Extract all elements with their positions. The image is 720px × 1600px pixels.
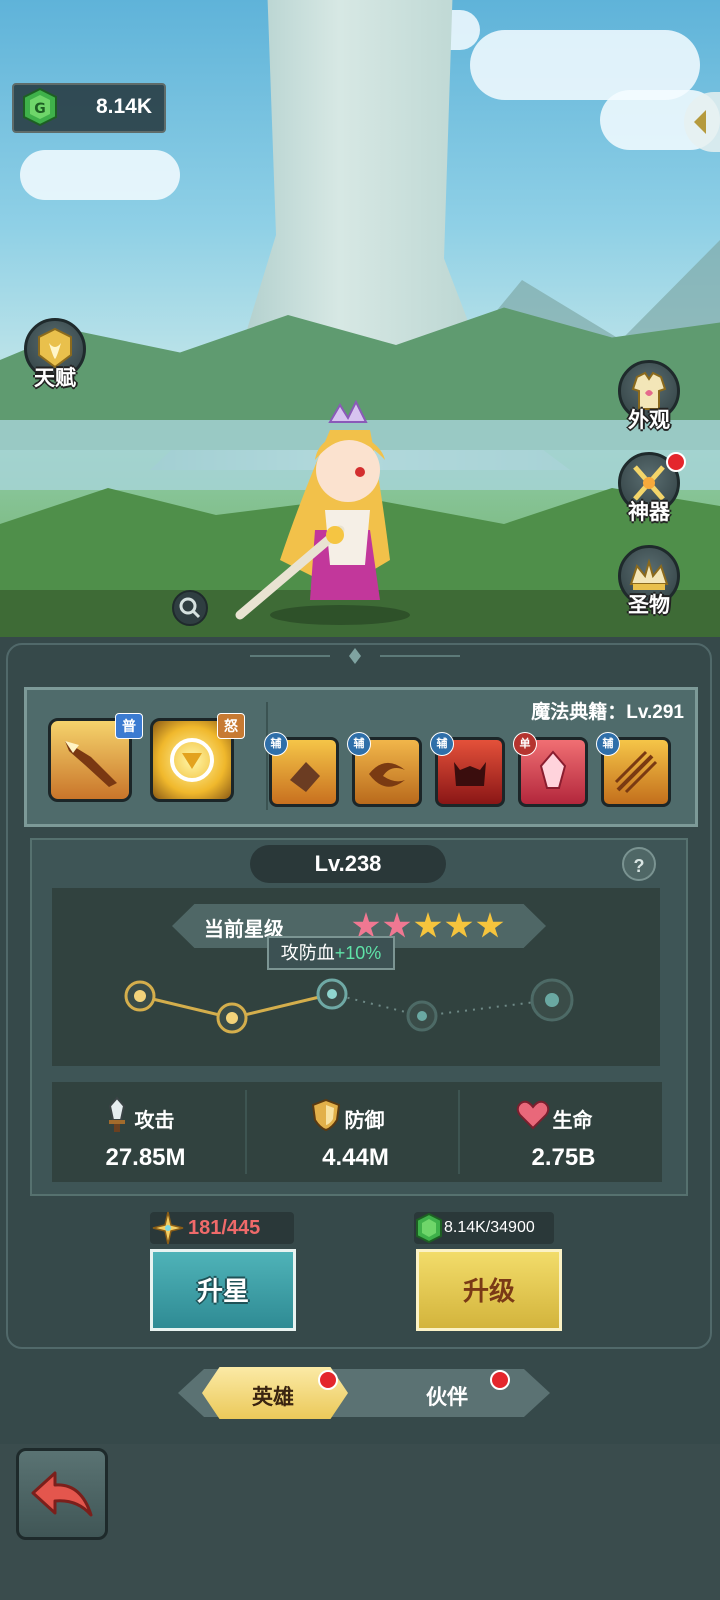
skill-tag: 怒: [217, 713, 245, 739]
green-gem-icon: G: [23, 87, 57, 127]
rage-skill[interactable]: 怒: [150, 713, 245, 802]
skill-book-level: 魔法典籍：Lv.291: [531, 702, 684, 723]
appearance-button[interactable]: 外观: [612, 360, 686, 434]
skill-tag: 辅: [430, 732, 454, 756]
talent-label: 天赋: [34, 367, 76, 390]
hero-tab-notification-dot: [318, 1370, 338, 1390]
stat-label: 攻击: [134, 1110, 175, 1132]
passive-skill-3[interactable]: 辅: [430, 732, 505, 807]
help-button[interactable]: ?: [622, 847, 656, 881]
stat-value: 27.85M: [105, 1144, 186, 1171]
stat-health: 生命 2.75B: [462, 1082, 665, 1182]
tab-partner-label: 伙伴: [426, 1386, 468, 1409]
skill-tag: 单: [513, 732, 537, 756]
star-icon: [476, 912, 504, 938]
passive-skill-2[interactable]: 辅: [347, 732, 422, 807]
level-cost-value: 8.14K/34900: [444, 1219, 535, 1236]
star-cost-value: 181/445: [188, 1217, 261, 1239]
hero-character[interactable]: [220, 360, 450, 630]
star-icon: [414, 912, 442, 938]
stat-label: 防御: [344, 1110, 385, 1132]
stat-value: 4.44M: [322, 1144, 389, 1171]
stat-defense: 防御 4.44M: [254, 1082, 457, 1182]
passive-skill-1[interactable]: 辅: [264, 732, 339, 807]
tab-hero-label: 英雄: [252, 1386, 294, 1409]
inspect-button[interactable]: [172, 590, 208, 626]
currency-display: G 8.14K: [12, 83, 166, 133]
level-up-button[interactable]: 升级: [416, 1249, 562, 1331]
star-progress-path: [124, 978, 574, 1034]
relic-label: 圣物: [628, 594, 670, 617]
green-gem-icon: [416, 1212, 442, 1244]
bottom-bar: [0, 1444, 720, 1600]
stat-label: 生命: [552, 1110, 593, 1132]
skill-tag: 普: [115, 713, 143, 739]
passive-skill-4[interactable]: 单: [513, 732, 588, 807]
back-button[interactable]: [16, 1448, 108, 1540]
skill-tag: 辅: [596, 732, 620, 756]
side-expand-button[interactable]: [684, 92, 720, 152]
star-bonus-tooltip: 攻防血+10%: [267, 936, 395, 970]
stat-value: 2.75B: [531, 1144, 596, 1171]
chevron-left-icon: [694, 110, 706, 134]
star-cost: 181/445: [150, 1211, 294, 1245]
panel-ornament: [250, 648, 460, 664]
skill-tag: 辅: [347, 732, 371, 756]
level-cost: 8.14K/34900: [414, 1212, 554, 1244]
back-arrow-icon: [31, 1471, 93, 1517]
currency-amount: 8.14K: [95, 95, 152, 118]
appearance-label: 外观: [628, 409, 670, 432]
artifact-button[interactable]: 神器: [612, 452, 686, 526]
star-icon: [445, 912, 473, 938]
star-shard-icon: [152, 1211, 184, 1245]
bonus-prefix: 攻防血: [280, 943, 335, 963]
partner-tab-notification-dot: [490, 1370, 510, 1390]
normal-attack-skill[interactable]: 普: [48, 713, 143, 802]
svg-text:G: G: [34, 101, 46, 117]
passive-skill-5[interactable]: 辅: [596, 732, 671, 807]
star-up-button[interactable]: 升星: [150, 1249, 296, 1331]
stat-attack: 攻击 27.85M: [44, 1082, 247, 1182]
bonus-value: +10%: [334, 943, 382, 963]
skill-tag: 辅: [264, 732, 288, 756]
relic-button[interactable]: 圣物: [612, 545, 686, 619]
artifact-notification-dot: [666, 452, 686, 472]
hero-level: Lv.238: [250, 845, 446, 883]
search-icon: [179, 597, 201, 619]
talent-button[interactable]: 天赋: [18, 318, 92, 392]
artifact-label: 神器: [628, 501, 670, 524]
